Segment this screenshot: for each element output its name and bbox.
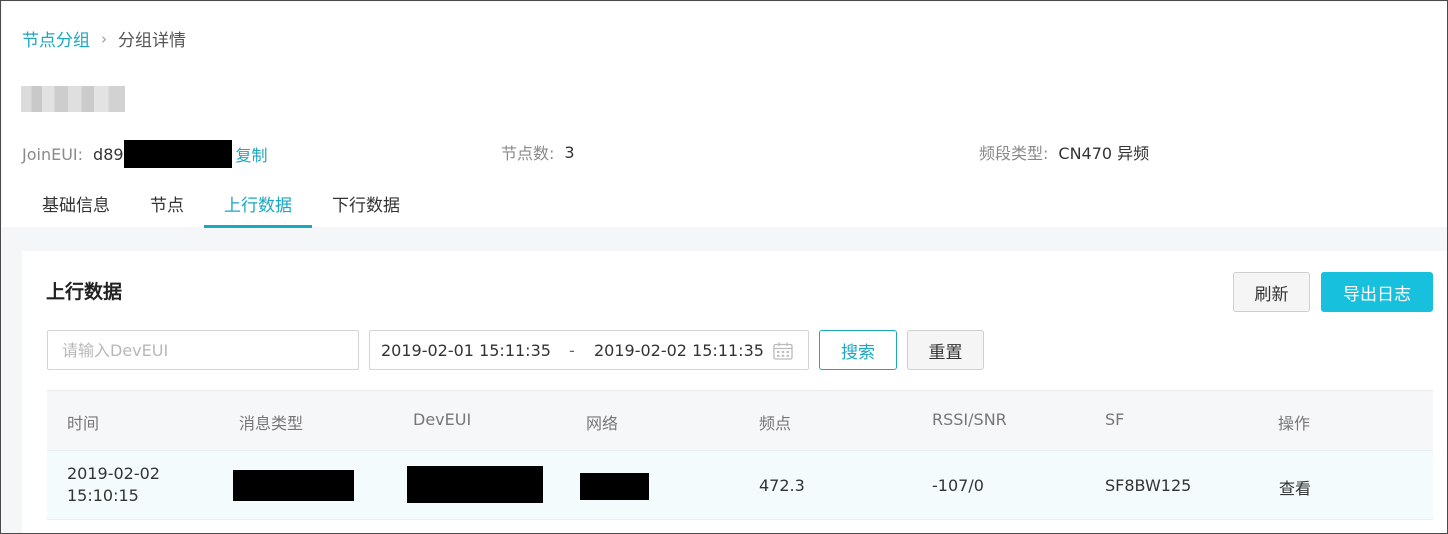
band-type-label: 频段类型: bbox=[979, 144, 1049, 163]
tab-nodes[interactable]: 节点 bbox=[130, 178, 204, 228]
search-button[interactable]: 搜索 bbox=[819, 330, 897, 370]
deveui-search-input[interactable] bbox=[47, 330, 359, 370]
tab-uplink-data[interactable]: 上行数据 bbox=[204, 178, 312, 228]
band-type-item: 频段类型: CN470 异频 bbox=[979, 140, 1149, 164]
cell-message-type-redaction bbox=[233, 470, 354, 501]
join-eui-label: JoinEUI: bbox=[22, 144, 84, 164]
cell-deveui-redaction bbox=[407, 466, 543, 503]
card-title: 上行数据 bbox=[46, 281, 123, 303]
date-range-picker[interactable]: 2019-02-01 15:11:35 - 2019-02-02 15:11:3… bbox=[369, 330, 809, 370]
group-header-panel: 节点分组 › 分组详情 JoinEUI: d89 复制 节点数: 3 频段类型:… bbox=[2, 2, 1447, 228]
cell-rssi-snr: -107/0 bbox=[932, 476, 984, 495]
cell-sf: SF8BW125 bbox=[1105, 476, 1192, 495]
breadcrumb-node-group-link[interactable]: 节点分组 bbox=[22, 26, 90, 51]
date-start: 2019-02-01 15:11:35 bbox=[381, 341, 551, 360]
export-log-button[interactable]: 导出日志 bbox=[1321, 272, 1433, 312]
date-separator: - bbox=[569, 341, 575, 360]
table-row: 2019-02-02 15:10:15 472.3 -107/0 SF8BW12… bbox=[47, 450, 1433, 520]
date-end: 2019-02-02 15:11:35 bbox=[594, 341, 764, 360]
col-sf: SF bbox=[1105, 410, 1125, 429]
cell-time: 2019-02-02 15:10:15 bbox=[67, 464, 160, 505]
col-rssi-snr: RSSI/SNR bbox=[932, 410, 1007, 429]
breadcrumb-current: 分组详情 bbox=[118, 31, 186, 51]
band-type-value: CN470 异频 bbox=[1058, 144, 1150, 163]
col-message-type: 消息类型 bbox=[239, 414, 304, 433]
col-network: 网络 bbox=[586, 414, 619, 433]
group-meta-row: JoinEUI: d89 复制 节点数: 3 频段类型: CN470 异频 bbox=[22, 140, 1422, 168]
group-name-blurred bbox=[21, 86, 125, 112]
node-count-item: 节点数: 3 bbox=[501, 140, 575, 164]
join-eui-item: JoinEUI: d89 复制 bbox=[22, 140, 268, 168]
copy-link[interactable]: 复制 bbox=[236, 142, 268, 166]
view-link[interactable]: 查看 bbox=[1279, 475, 1311, 499]
cell-network-redaction bbox=[580, 473, 649, 500]
calendar-icon bbox=[773, 342, 793, 360]
node-count-value: 3 bbox=[564, 142, 575, 162]
chevron-right-icon: › bbox=[101, 29, 107, 48]
col-action: 操作 bbox=[1278, 414, 1311, 433]
breadcrumb: 节点分组 › 分组详情 bbox=[22, 26, 186, 52]
col-time: 时间 bbox=[67, 414, 100, 433]
reset-button[interactable]: 重置 bbox=[907, 330, 984, 370]
col-frequency: 频点 bbox=[759, 414, 792, 433]
cell-frequency: 472.3 bbox=[759, 476, 805, 495]
app-frame: 节点分组 › 分组详情 JoinEUI: d89 复制 节点数: 3 频段类型:… bbox=[0, 0, 1448, 534]
uplink-data-table: 时间 消息类型 DevEUI 网络 频点 RSSI/SNR SF 操作 2019… bbox=[47, 390, 1433, 520]
tab-basic-info[interactable]: 基础信息 bbox=[22, 178, 130, 228]
join-eui-redaction bbox=[123, 140, 232, 168]
uplink-data-card: 上行数据 刷新 导出日志 2019-02-01 15:11:35 - 2019-… bbox=[22, 251, 1447, 533]
join-eui-value: d89 bbox=[93, 144, 124, 164]
table-header: 时间 消息类型 DevEUI 网络 频点 RSSI/SNR SF 操作 bbox=[47, 390, 1433, 450]
col-deveui: DevEUI bbox=[413, 410, 472, 429]
tab-bar: 基础信息 节点 上行数据 下行数据 bbox=[22, 178, 420, 228]
node-count-label: 节点数: bbox=[501, 144, 555, 163]
refresh-button[interactable]: 刷新 bbox=[1233, 272, 1310, 312]
tab-downlink-data[interactable]: 下行数据 bbox=[312, 178, 420, 228]
